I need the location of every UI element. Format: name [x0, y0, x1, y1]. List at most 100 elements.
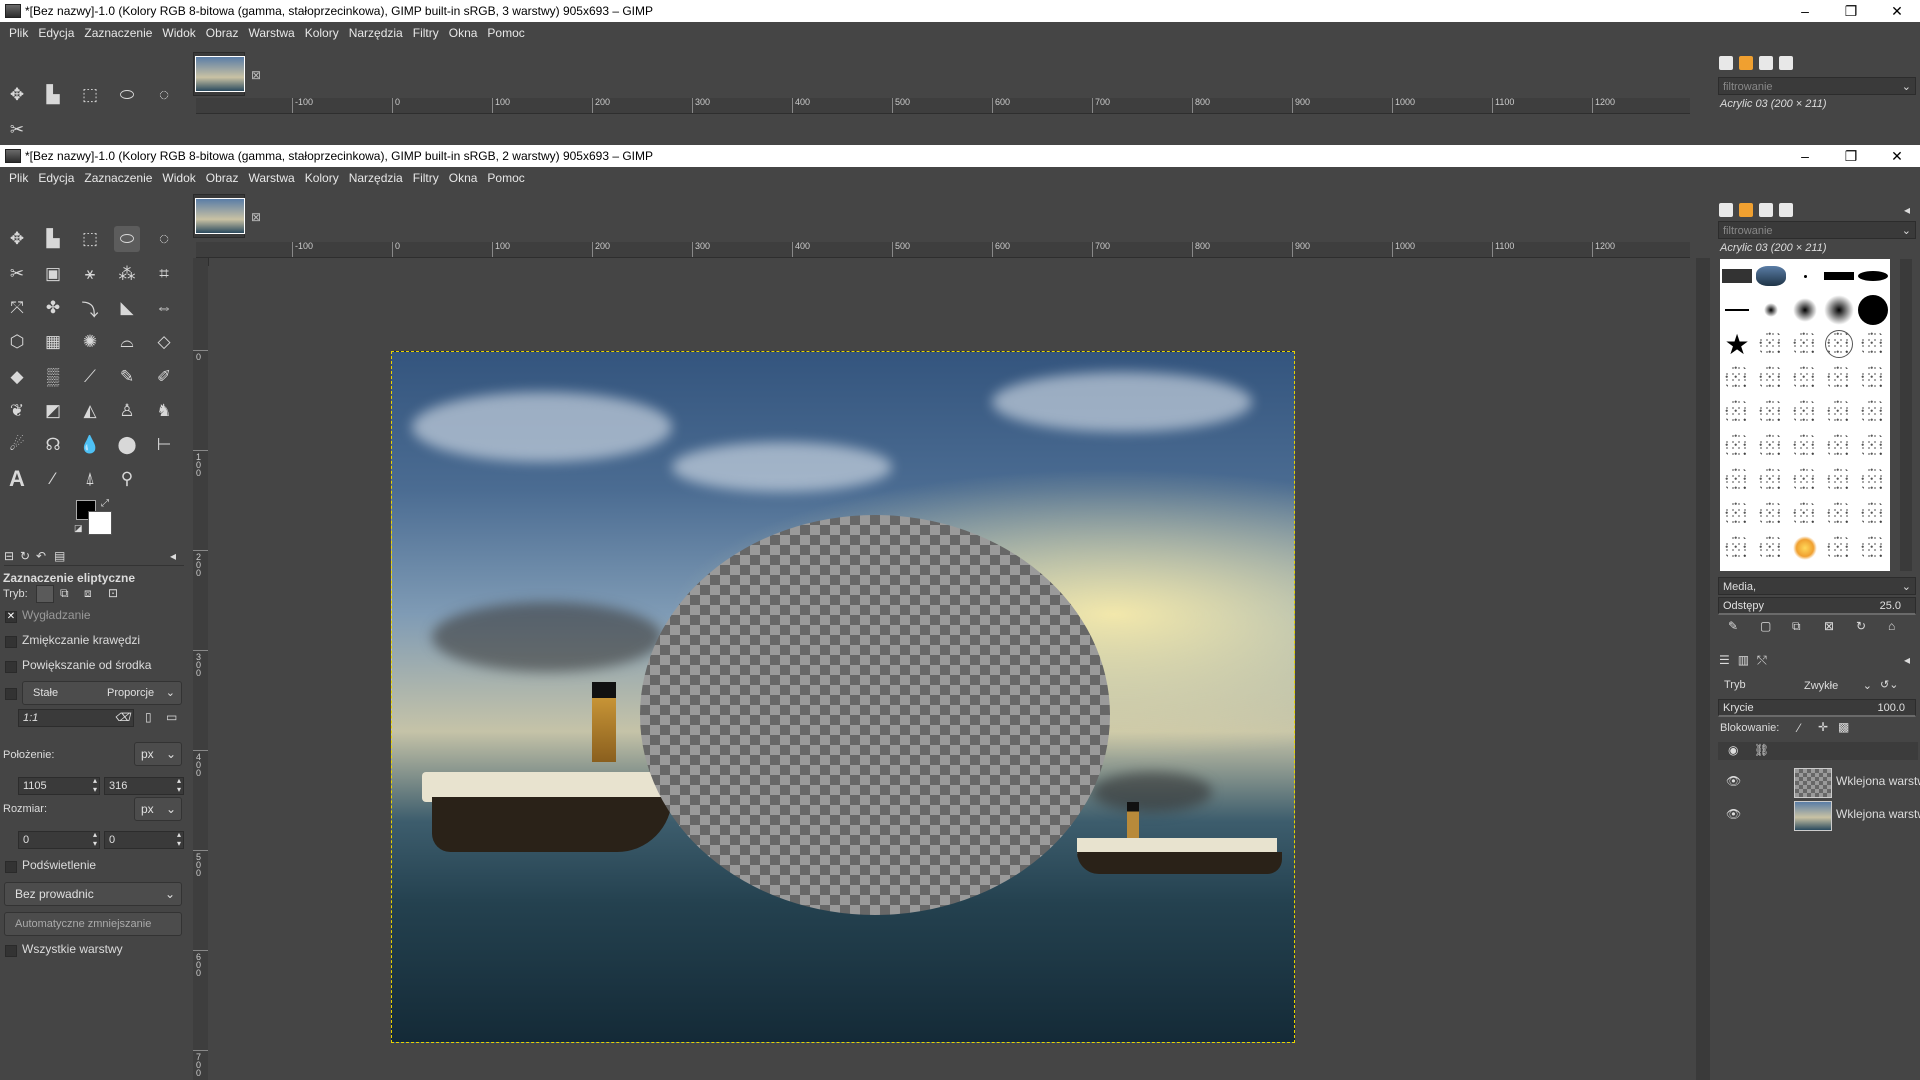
- heal-tool-icon[interactable]: ♞: [151, 398, 177, 424]
- color-picker-tool-icon[interactable]: ⁄: [40, 466, 66, 492]
- clear-icon[interactable]: ⌫: [114, 710, 130, 726]
- menu-edycja[interactable]: Edycja: [33, 26, 79, 40]
- brush-item[interactable]: [1788, 463, 1822, 497]
- brush-item[interactable]: [1754, 293, 1788, 327]
- menu-okna[interactable]: Okna: [444, 26, 483, 40]
- pencil-tool-icon[interactable]: ✎: [114, 364, 140, 390]
- antialiasing-checkbox[interactable]: ✕: [5, 611, 17, 623]
- rect-select-tool-icon[interactable]: ⬚: [77, 82, 103, 108]
- lasso-tool-icon[interactable]: ◌: [151, 226, 177, 252]
- refresh-brushes-icon[interactable]: ↻: [1856, 619, 1866, 633]
- paths-tool-icon[interactable]: ⬤: [114, 432, 140, 458]
- paths-edit-tool-icon[interactable]: ⍋: [77, 466, 103, 492]
- front-image-tab[interactable]: [193, 194, 245, 238]
- brush-grid-scrollbar[interactable]: [1900, 259, 1912, 571]
- brush-item[interactable]: [1822, 327, 1856, 361]
- duplicate-brush-icon[interactable]: ⧉: [1792, 619, 1801, 634]
- background-color-swatch[interactable]: [88, 511, 112, 535]
- brush-item[interactable]: [1856, 395, 1890, 429]
- brushes-tab-icon[interactable]: [1719, 56, 1733, 70]
- dock-menu-icon[interactable]: ◂: [1904, 653, 1910, 667]
- ratio-input[interactable]: 1:1 ⌫: [18, 709, 134, 727]
- brush-spacing-slider[interactable]: Odstępy 25.0: [1718, 597, 1916, 615]
- menu-narzedzia[interactable]: Narzędzia: [344, 26, 408, 40]
- brush-tag-input[interactable]: Media, ⌄: [1718, 577, 1916, 595]
- brush-item[interactable]: [1720, 395, 1754, 429]
- mode-subtract-icon[interactable]: ⧈: [84, 586, 92, 601]
- menu-obraz[interactable]: Obraz: [201, 171, 244, 185]
- zoom-tool-icon[interactable]: ⚲: [114, 466, 140, 492]
- bucket-fill-tool-icon[interactable]: ◆: [4, 364, 30, 390]
- clone-tool-icon[interactable]: ♙: [114, 398, 140, 424]
- highlight-checkbox[interactable]: [5, 861, 17, 873]
- menu-zaznaczenie[interactable]: Zaznaczenie: [79, 171, 157, 185]
- brush-item[interactable]: [1856, 429, 1890, 463]
- menu-widok[interactable]: Widok: [157, 26, 200, 40]
- perspective-tool-icon[interactable]: ⬡: [4, 329, 30, 355]
- brush-grid[interactable]: ★: [1720, 259, 1890, 571]
- image-canvas[interactable]: [208, 266, 1694, 1080]
- brush-item[interactable]: [1822, 463, 1856, 497]
- swap-colors-icon[interactable]: ⤢: [101, 498, 109, 509]
- move-tool-icon[interactable]: ✥: [4, 226, 30, 252]
- menu-narzedzia[interactable]: Narzędzia: [344, 171, 408, 185]
- brush-item[interactable]: [1720, 293, 1754, 327]
- warp-transform-tool-icon[interactable]: ✤: [40, 295, 66, 321]
- spin-arrows-icon[interactable]: ▴ ▾: [93, 776, 97, 794]
- expand-from-center-checkbox[interactable]: [5, 661, 17, 673]
- ellipse-select-tool-icon[interactable]: ⬭: [114, 82, 140, 108]
- brush-item[interactable]: [1754, 259, 1788, 293]
- scale-tool-icon[interactable]: ◣: [114, 295, 140, 321]
- ellipse-select-tool-icon[interactable]: ⬭: [114, 226, 140, 252]
- document-history-tab-icon[interactable]: [1779, 203, 1793, 217]
- menu-widok[interactable]: Widok: [157, 171, 200, 185]
- brush-item[interactable]: [1822, 293, 1856, 327]
- fuzzy-select-tool-icon[interactable]: ⚹: [77, 261, 103, 287]
- brush-item[interactable]: [1856, 293, 1890, 327]
- brush-item[interactable]: [1720, 497, 1754, 531]
- ink-tool-icon[interactable]: ◩: [40, 398, 66, 424]
- brush-item[interactable]: [1822, 429, 1856, 463]
- brush-item[interactable]: [1822, 259, 1856, 293]
- close-tab-icon[interactable]: ⊠: [251, 210, 261, 224]
- layers-tab-icon[interactable]: ☰: [1719, 653, 1730, 667]
- tool-options-tab-icon[interactable]: ⊟: [4, 549, 14, 563]
- fixed-mode-dropdown[interactable]: Stałe Proporcje ⌄: [22, 681, 182, 705]
- mode-replace-icon[interactable]: [36, 585, 54, 603]
- dodge-burn-tool-icon[interactable]: 💧: [77, 432, 103, 458]
- warp-tool-icon[interactable]: ⌓: [114, 329, 140, 355]
- layer-mode-dropdown[interactable]: Zwykłe ⌄: [1804, 676, 1874, 696]
- menu-okna[interactable]: Okna: [444, 171, 483, 185]
- channels-tab-icon[interactable]: ▥: [1738, 653, 1749, 667]
- spin-arrows-icon[interactable]: ▴ ▾: [177, 830, 181, 848]
- menu-warstwa[interactable]: Warstwa: [243, 26, 299, 40]
- brush-item[interactable]: [1788, 497, 1822, 531]
- dock-menu-icon[interactable]: ◂: [1904, 203, 1910, 217]
- brush-item[interactable]: [1856, 259, 1890, 293]
- brush-item[interactable]: [1856, 327, 1890, 361]
- edit-brush-icon[interactable]: ✎: [1728, 619, 1738, 633]
- patterns-tab-icon[interactable]: [1739, 203, 1753, 217]
- menu-kolory[interactable]: Kolory: [300, 26, 344, 40]
- paintbrush-tool-icon[interactable]: ⟋: [77, 364, 103, 390]
- layer-opacity-slider[interactable]: Krycie 100.0: [1718, 699, 1916, 717]
- close-button[interactable]: ✕: [1874, 145, 1920, 167]
- brush-item[interactable]: [1822, 395, 1856, 429]
- scissors-tool-icon[interactable]: ✂: [4, 261, 30, 287]
- mode-reset-icon[interactable]: ↺⌄: [1880, 678, 1898, 691]
- rect-select-tool-icon[interactable]: ⬚: [77, 226, 103, 252]
- delete-brush-icon[interactable]: ⊠: [1824, 619, 1834, 633]
- paths-tab-icon[interactable]: ⤲: [1757, 653, 1767, 668]
- feather-checkbox[interactable]: [5, 636, 17, 648]
- flip-tool-icon[interactable]: ⇔: [151, 295, 177, 321]
- foreground-select-tool-icon[interactable]: ▣: [40, 261, 66, 287]
- canvas-vertical-scrollbar[interactable]: [1696, 258, 1710, 1080]
- menu-obraz[interactable]: Obraz: [201, 26, 244, 40]
- maximize-button[interactable]: ❐: [1828, 0, 1874, 22]
- brush-item[interactable]: [1856, 361, 1890, 395]
- images-tab-icon[interactable]: ▤: [54, 549, 65, 563]
- brush-item[interactable]: [1754, 497, 1788, 531]
- eye-icon[interactable]: 👁: [1726, 807, 1741, 821]
- brush-item[interactable]: [1720, 463, 1754, 497]
- lock-position-icon[interactable]: ✛: [1818, 720, 1828, 734]
